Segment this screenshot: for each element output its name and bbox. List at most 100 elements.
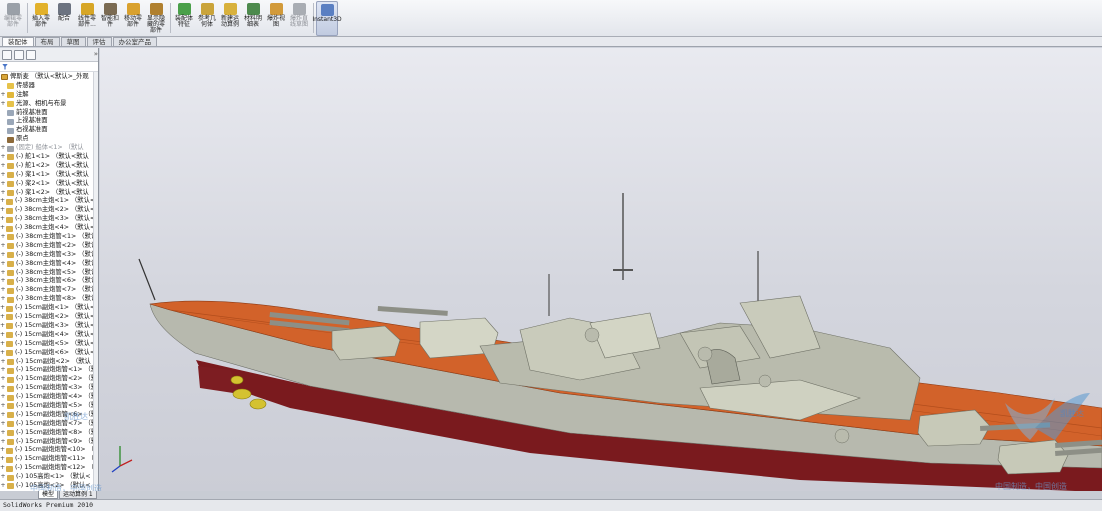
- tab-4[interactable]: 办公室产品: [112, 37, 157, 46]
- mate-button[interactable]: 配合: [53, 1, 75, 36]
- tree-item[interactable]: 传感器: [0, 82, 98, 91]
- tree-item[interactable]: + (-) 38cm主炮管<4> （默认: [0, 260, 98, 269]
- tree-item[interactable]: + (-) 桨2<1> （默认<默认: [0, 180, 98, 189]
- expand-icon[interactable]: +: [0, 304, 5, 313]
- exploded-view-button[interactable]: 爆炸视图: [265, 1, 287, 36]
- tree-item[interactable]: + (-) 15cm副炮炮管<2> （默: [0, 375, 98, 384]
- collapse-panel-icon[interactable]: »: [94, 50, 98, 60]
- tree-item[interactable]: + (-) 桨1<1> （默认<默认: [0, 171, 98, 180]
- tree-item[interactable]: + (-) 舵1<2> （默认<默认: [0, 162, 98, 171]
- tree-item[interactable]: + (-) 15cm副炮炮管<4> （默: [0, 393, 98, 402]
- expand-icon[interactable]: +: [0, 358, 6, 367]
- expand-icon[interactable]: +: [0, 189, 6, 198]
- expand-icon[interactable]: +: [0, 331, 5, 340]
- panel-scrollbar[interactable]: [93, 72, 98, 499]
- tab-1[interactable]: 布局: [34, 37, 60, 46]
- expand-icon[interactable]: +: [0, 411, 6, 420]
- expand-icon[interactable]: +: [0, 420, 6, 429]
- tab-3[interactable]: 评估: [86, 37, 112, 46]
- expand-icon[interactable]: +: [0, 402, 6, 411]
- tree-item[interactable]: + (-) 15cm副炮炮管<8> （默: [0, 429, 98, 438]
- expand-icon[interactable]: +: [0, 482, 6, 491]
- filter-icon[interactable]: [2, 63, 8, 70]
- configuration-manager-tab-icon[interactable]: [26, 49, 36, 60]
- tree-item[interactable]: 右视基准面: [0, 126, 98, 135]
- battleship-model[interactable]: [100, 48, 1102, 491]
- tree-item[interactable]: + (-) 15cm副炮<4> （默认<<: [0, 331, 98, 340]
- tree-item[interactable]: + (-) 105高炮<1> （默认<: [0, 473, 98, 482]
- tree-item[interactable]: + (-) 38cm主炮管<1> （默认: [0, 233, 98, 242]
- explode-line-button[interactable]: 爆炸直线草图: [288, 1, 310, 36]
- expand-icon[interactable]: +: [0, 251, 6, 260]
- expand-icon[interactable]: +: [0, 144, 6, 153]
- expand-icon[interactable]: +: [0, 464, 5, 473]
- property-manager-tab-icon[interactable]: [14, 49, 24, 60]
- expand-icon[interactable]: +: [0, 224, 5, 233]
- expand-icon[interactable]: +: [0, 153, 6, 162]
- smart-fastener-button[interactable]: 智能扣件: [99, 1, 121, 36]
- expand-icon[interactable]: +: [0, 322, 5, 331]
- expand-icon[interactable]: +: [0, 206, 5, 215]
- tree-item[interactable]: + (-) 15cm副炮炮管<10> （默: [0, 446, 98, 455]
- expand-icon[interactable]: +: [0, 162, 6, 171]
- move-component-button[interactable]: 移动零部件: [122, 1, 144, 36]
- expand-icon[interactable]: +: [0, 366, 6, 375]
- tree-item[interactable]: + (-) 38cm主炮<4> （默认<<: [0, 224, 98, 233]
- bottom-tab-1[interactable]: 运动算例 1: [59, 491, 97, 499]
- tree-item[interactable]: + 光源、相机与布景: [0, 100, 98, 109]
- tree-item[interactable]: + (-) 15cm副炮炮管<5> （默: [0, 402, 98, 411]
- tree-item[interactable]: 原点: [0, 135, 98, 144]
- tab-2[interactable]: 草图: [60, 37, 86, 46]
- motion-study-button[interactable]: 新建运动算例: [219, 1, 241, 36]
- expand-icon[interactable]: +: [0, 197, 5, 206]
- tree-item[interactable]: + (-) 15cm副炮炮管<11> （默: [0, 455, 98, 464]
- show-hidden-button[interactable]: 显示隐藏的零部件: [145, 1, 167, 36]
- reference-geometry-button[interactable]: 参考几何体: [196, 1, 218, 36]
- linear-pattern-button[interactable]: 线性零部件...: [76, 1, 98, 36]
- expand-icon[interactable]: +: [0, 100, 6, 109]
- instant3d-button[interactable]: Instant3D: [312, 1, 342, 36]
- tree-item[interactable]: 前视基准面: [0, 109, 98, 118]
- expand-icon[interactable]: +: [0, 349, 5, 358]
- expand-icon[interactable]: +: [0, 446, 5, 455]
- tree-item[interactable]: + 注解: [0, 91, 98, 100]
- expand-icon[interactable]: +: [0, 91, 6, 100]
- expand-icon[interactable]: +: [0, 286, 6, 295]
- tree-root[interactable]: 俾斯麦 （默认<默认>_外观: [0, 73, 98, 82]
- tree-item[interactable]: + (-) 15cm副炮炮管<1> （默: [0, 366, 98, 375]
- expand-icon[interactable]: +: [0, 171, 6, 180]
- edit-component-button[interactable]: 编辑零部件: [2, 1, 24, 36]
- expand-icon[interactable]: +: [0, 233, 6, 242]
- assembly-feature-button[interactable]: 装配体特征: [173, 1, 195, 36]
- tree-item[interactable]: + (-) 15cm副炮<2> （默认<<: [0, 313, 98, 322]
- expand-icon[interactable]: +: [0, 242, 6, 251]
- graphics-viewport[interactable]: 中国制造，中国创造 凯胜达: [100, 48, 1102, 491]
- expand-icon[interactable]: +: [0, 260, 6, 269]
- expand-icon[interactable]: +: [0, 295, 6, 304]
- tree-item[interactable]: + (-) 38cm主炮管<7> （默认: [0, 286, 98, 295]
- expand-icon[interactable]: +: [0, 375, 6, 384]
- tree-item[interactable]: + (-) 15cm副炮<6> （默认<<: [0, 349, 98, 358]
- tree-item[interactable]: + (-) 15cm副炮<3> （默认<<: [0, 322, 98, 331]
- tree-item[interactable]: + (-) 舵1<1> （默认<默认: [0, 153, 98, 162]
- insert-component-button[interactable]: 插入零部件: [30, 1, 52, 36]
- expand-icon[interactable]: +: [0, 313, 5, 322]
- tree-item[interactable]: + (-) 38cm主炮<2> （默认<<: [0, 206, 98, 215]
- bom-button[interactable]: 材料明细表: [242, 1, 264, 36]
- tree-item[interactable]: + (固定) 船体<1> （默认: [0, 144, 98, 153]
- tree-item[interactable]: + (-) 38cm主炮管<8> （默认: [0, 295, 98, 304]
- expand-icon[interactable]: +: [0, 180, 6, 189]
- expand-icon[interactable]: +: [0, 269, 6, 278]
- expand-icon[interactable]: +: [0, 438, 6, 447]
- expand-icon[interactable]: +: [0, 429, 6, 438]
- tree-item[interactable]: + (-) 38cm主炮管<3> （默认: [0, 251, 98, 260]
- bottom-tab-0[interactable]: 模型: [38, 491, 59, 499]
- feature-manager-tab-icon[interactable]: [2, 49, 12, 60]
- tree-item[interactable]: + (-) 15cm副炮<5> （默认<<: [0, 340, 98, 349]
- expand-icon[interactable]: +: [0, 473, 6, 482]
- expand-icon[interactable]: +: [0, 384, 6, 393]
- tree-item[interactable]: + (-) 38cm主炮<3> （默认<<: [0, 215, 98, 224]
- expand-icon[interactable]: +: [0, 455, 5, 464]
- tab-0[interactable]: 装配体: [2, 37, 34, 46]
- tree-filter-row[interactable]: [0, 62, 98, 72]
